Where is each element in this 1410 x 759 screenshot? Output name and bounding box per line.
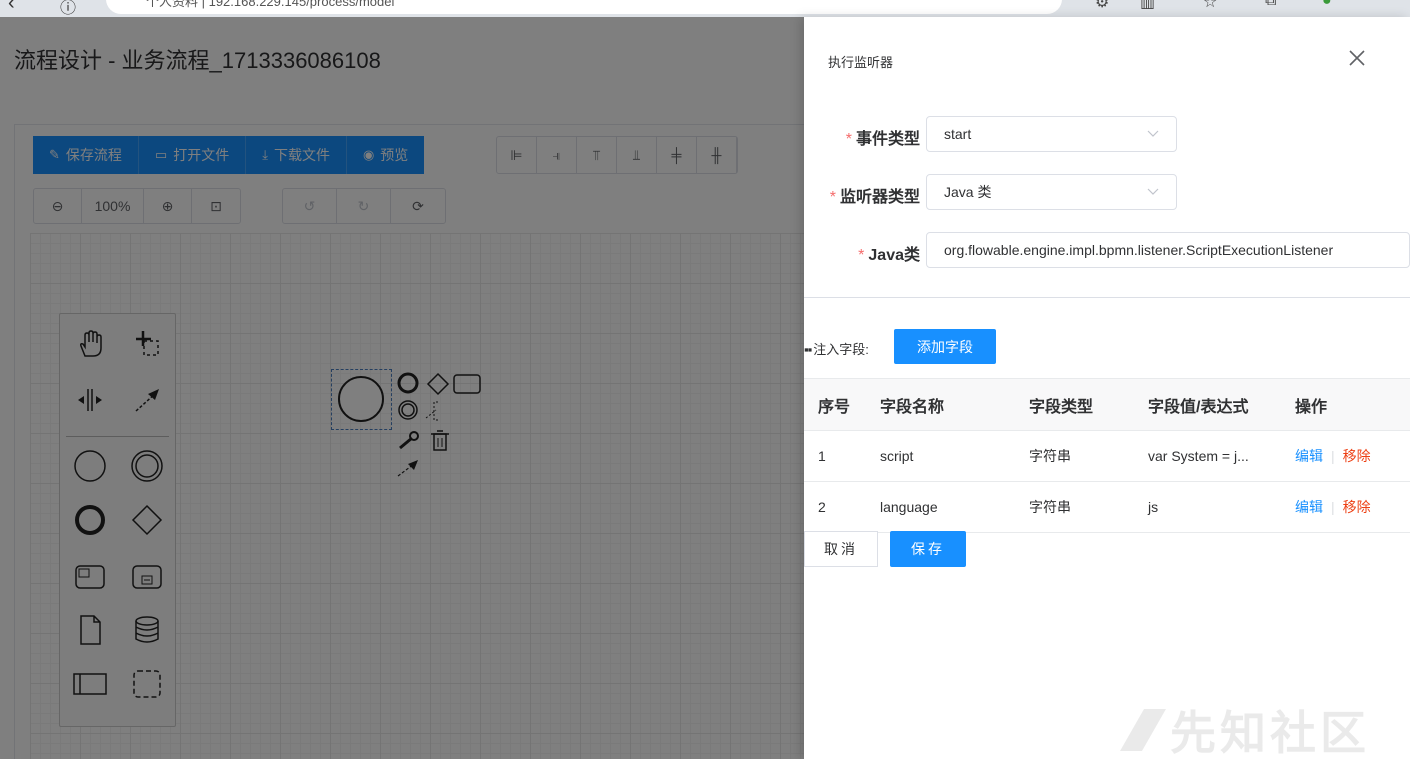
divider	[804, 297, 1410, 298]
cancel-button[interactable]: 取消	[804, 531, 878, 567]
drag-handle-icon: ▪▪	[804, 342, 812, 357]
chevron-down-icon	[1147, 188, 1159, 195]
listener-type-label: * 监听器类型	[829, 189, 920, 206]
java-class-input[interactable]: org.flowable.engine.impl.bpmn.listener.S…	[926, 232, 1410, 268]
process-designer: 流程设计 - 业务流程_1713336086108 ✎ 保存流程 ▭ 打开文件 …	[0, 17, 804, 759]
event-type-select[interactable]: start	[926, 116, 1177, 152]
table-row: 2 language 字符串 js 编辑 | 移除	[804, 481, 1410, 533]
execution-listener-drawer: 执行监听器 * 事件类型 start * 监听器类型 Java 类 * Java类 o…	[804, 17, 1410, 759]
remove-link[interactable]: 移除	[1343, 448, 1371, 464]
edit-link[interactable]: 编辑	[1295, 448, 1323, 464]
action-separator: |	[1331, 448, 1335, 464]
listener-type-select[interactable]: Java 类	[926, 174, 1177, 210]
drawer-title: 执行监听器	[828, 55, 894, 70]
info-icon[interactable]: ⓘ	[60, 0, 76, 17]
favorites-icon[interactable]: ☆	[1203, 0, 1217, 12]
injected-fields-table: 序号 字段名称 字段类型 字段值/表达式 操作 1 script 字符串 var…	[804, 378, 1410, 533]
edit-link[interactable]: 编辑	[1295, 499, 1323, 515]
cell-name: script	[866, 430, 1015, 482]
inject-fields-label: ▪▪ 注入字段:	[804, 342, 869, 357]
save-button[interactable]: 保存	[890, 531, 966, 567]
close-icon[interactable]	[1344, 45, 1370, 71]
cell-index: 1	[804, 430, 866, 482]
back-icon[interactable]: ‹	[8, 0, 15, 15]
drawer-mask[interactable]	[0, 17, 804, 759]
cell-actions: 编辑 | 移除	[1281, 430, 1410, 482]
column-header: 字段名称	[866, 378, 1015, 431]
split-screen-icon[interactable]: ▥	[1140, 0, 1155, 12]
column-header: 字段值/表达式	[1134, 378, 1281, 431]
watermark-logo: 先知社区	[1114, 697, 1370, 759]
cell-index: 2	[804, 481, 866, 533]
remove-link[interactable]: 移除	[1343, 499, 1371, 515]
cell-type: 字符串	[1015, 481, 1134, 533]
watermark-icon	[1120, 709, 1166, 751]
column-header: 操作	[1281, 378, 1410, 431]
cell-value: var System = j...	[1134, 430, 1281, 482]
column-header: 序号	[804, 378, 866, 431]
cell-name: language	[866, 481, 1015, 533]
java-class-label: * Java类	[858, 247, 920, 264]
chevron-down-icon	[1147, 130, 1159, 137]
collections-icon[interactable]: ⧉	[1265, 0, 1276, 10]
table-row: 1 script 字符串 var System = j... 编辑 | 移除	[804, 430, 1410, 482]
extension-icon[interactable]: ⚙	[1095, 0, 1109, 12]
cell-value: js	[1134, 481, 1281, 533]
column-header: 字段类型	[1015, 378, 1134, 431]
action-separator: |	[1331, 499, 1335, 515]
address-bar[interactable]: 个人资料 | 192.168.229.145/process/model	[106, 0, 1062, 14]
browser-toolbar: ‹ ⓘ 个人资料 | 192.168.229.145/process/model…	[0, 0, 1410, 17]
profile-icon[interactable]: ●	[1322, 0, 1332, 10]
cell-type: 字符串	[1015, 430, 1134, 482]
cell-actions: 编辑 | 移除	[1281, 481, 1410, 533]
table-header-row: 序号 字段名称 字段类型 字段值/表达式 操作	[804, 378, 1410, 431]
add-field-button[interactable]: 添加字段	[894, 329, 996, 364]
event-type-label: * 事件类型	[845, 131, 920, 148]
